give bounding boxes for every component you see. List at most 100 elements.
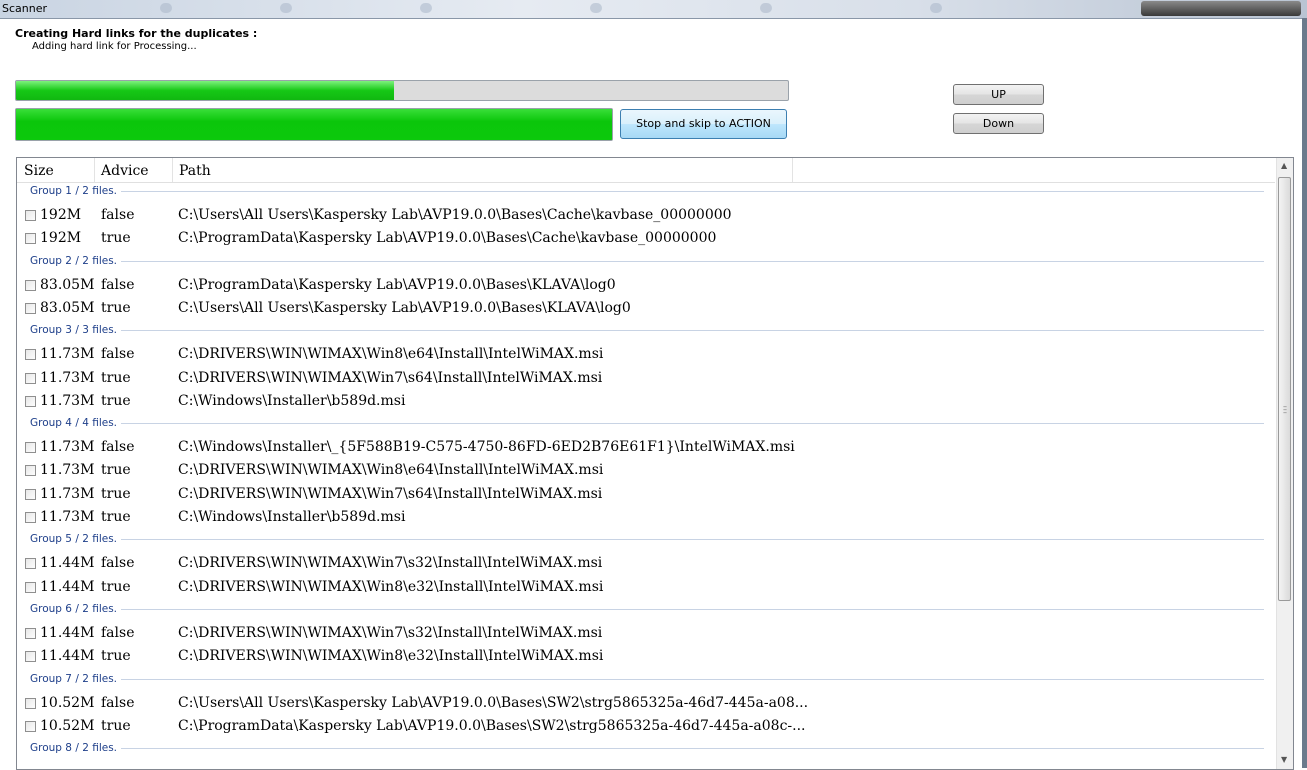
path-cell: C:\ProgramData\Kaspersky Lab\AVP19.0.0\B… [178, 717, 806, 734]
scroll-up-icon[interactable]: ▲ [1281, 161, 1287, 170]
advice-cell: false [101, 555, 135, 572]
size-cell: 11.44M [40, 555, 95, 572]
advice-cell: true [101, 462, 131, 479]
background-blur-icon [590, 3, 602, 13]
row-checkbox[interactable] [25, 349, 36, 361]
column-path[interactable]: Path [179, 163, 211, 179]
table-row[interactable]: 11.73M true C:\Windows\Installer\b589d.msi [17, 391, 1275, 413]
row-checkbox[interactable] [25, 210, 36, 221]
size-cell: 83.05M [40, 276, 95, 293]
column-size[interactable]: Size [24, 163, 54, 179]
size-cell: 192M [40, 230, 82, 247]
path-cell: C:\DRIVERS\WIN\WIMAX\Win7\s64\Install\In… [178, 369, 603, 386]
group-label: Group 8 / 2 files. [30, 742, 118, 755]
size-cell: 11.73M [40, 346, 95, 363]
scroll-down-icon[interactable]: ▼ [1281, 755, 1287, 764]
overall-progress-fill [16, 81, 395, 100]
row-checkbox[interactable] [25, 372, 36, 384]
size-cell: 10.52M [40, 694, 95, 711]
stop-skip-button[interactable]: Stop and skip to ACTION [620, 109, 787, 139]
advice-cell: false [101, 276, 135, 293]
group-divider [121, 423, 1264, 425]
table-row[interactable]: 11.44M false C:\DRIVERS\WIN\WIMAX\Win7\s32… [17, 623, 1275, 645]
row-checkbox[interactable] [25, 697, 36, 709]
table-row[interactable]: 192M false C:\Users\All Users\Kaspersky La… [17, 205, 1275, 227]
row-checkbox[interactable] [25, 442, 36, 454]
down-button[interactable]: Down [953, 113, 1044, 134]
table-row[interactable]: 10.52M false C:\Users\All Users\Kaspersky … [17, 693, 1275, 715]
advice-cell: true [101, 717, 131, 734]
advice-cell: true [101, 648, 131, 665]
row-checkbox[interactable] [25, 233, 36, 245]
row-checkbox[interactable] [25, 651, 36, 663]
group-label: Group 3 / 3 files. [30, 324, 118, 337]
path-cell: C:\DRIVERS\WIN\WIMAX\Win8\e32\Install\In… [178, 648, 604, 665]
column-advice[interactable]: Advice [101, 163, 149, 179]
current-progress-bar [15, 108, 613, 141]
advice-cell: true [101, 230, 131, 247]
grip-icon: – – – [1283, 402, 1287, 417]
table-row[interactable]: 11.73M false C:\Windows\Installer\_{5F588B… [17, 437, 1275, 459]
table-row[interactable]: 11.73M true C:\DRIVERS\WIN\WIMAX\Win8\e64\… [17, 460, 1275, 482]
size-cell: 11.44M [40, 648, 95, 665]
size-cell: 11.73M [40, 509, 95, 525]
path-cell: C:\Users\All Users\Kaspersky Lab\AVP19.0… [178, 299, 631, 316]
advice-cell: false [101, 694, 135, 711]
row-checkbox[interactable] [25, 512, 36, 523]
table-row[interactable]: 10.52M true C:\ProgramData\Kaspersky Lab\A… [17, 716, 1275, 738]
table-row[interactable]: 11.73M true C:\DRIVERS\WIN\WIMAX\Win7\s64\… [17, 484, 1275, 506]
size-cell: 11.73M [40, 369, 95, 386]
path-cell: C:\DRIVERS\WIN\WIMAX\Win7\s32\Install\In… [178, 555, 603, 572]
group-divider [121, 330, 1264, 332]
table-row[interactable]: 83.05M true C:\Users\All Users\Kaspersky L… [17, 298, 1275, 320]
row-checkbox[interactable] [25, 395, 36, 407]
group-divider [121, 260, 1264, 262]
row-checkbox[interactable] [25, 720, 36, 732]
table-row[interactable]: 11.73M true C:\DRIVERS\WIN\WIMAX\Win7\s64\… [17, 368, 1275, 390]
group-label: Group 6 / 2 files. [30, 602, 118, 615]
advice-cell: false [101, 439, 135, 456]
advice-cell: true [101, 509, 131, 525]
path-cell: C:\ProgramData\Kaspersky Lab\AVP19.0.0\B… [178, 276, 616, 293]
table-row[interactable]: 83.05M false C:\ProgramData\Kaspersky Lab\… [17, 275, 1275, 297]
column-header: Size Advice Path [17, 158, 1275, 183]
vertical-scrollbar[interactable]: ▲ – – – ▼ [1276, 158, 1293, 769]
row-checkbox[interactable] [25, 581, 36, 593]
window-title: Scanner [2, 2, 48, 15]
row-checkbox[interactable] [25, 279, 36, 291]
advice-cell: true [101, 578, 131, 595]
advice-cell: true [101, 392, 131, 409]
size-cell: 11.73M [40, 439, 95, 456]
group-label: Group 4 / 4 files. [30, 417, 118, 430]
row-checkbox[interactable] [25, 465, 36, 477]
table-row[interactable]: 11.73M false C:\DRIVERS\WIN\WIMAX\Win8\e64… [17, 344, 1275, 366]
row-checkbox[interactable] [25, 627, 36, 639]
table-row[interactable]: 11.44M false C:\DRIVERS\WIN\WIMAX\Win7\s32… [17, 553, 1275, 575]
up-button[interactable]: UP [953, 84, 1044, 105]
size-cell: 11.44M [40, 578, 95, 595]
path-cell: C:\ProgramData\Kaspersky Lab\AVP19.0.0\B… [178, 230, 717, 247]
row-checkbox[interactable] [25, 302, 36, 314]
group-label: Group 7 / 2 files. [30, 672, 118, 685]
advice-cell: true [101, 299, 131, 316]
size-cell: 10.52M [40, 717, 95, 734]
row-checkbox[interactable] [25, 488, 36, 500]
status-heading: Creating Hard links for the duplicates : [15, 27, 258, 40]
path-cell: C:\Users\All Users\Kaspersky Lab\AVP19.0… [178, 694, 809, 711]
duplicates-list[interactable]: Size Advice Path Group 1 / 2 files. 192M f… [16, 157, 1294, 770]
size-cell: 83.05M [40, 299, 95, 316]
path-cell: C:\DRIVERS\WIN\WIMAX\Win7\s32\Install\In… [178, 624, 603, 641]
table-row[interactable]: 11.73M true C:\Windows\Installer\b589d.msi [17, 507, 1275, 529]
path-cell: C:\DRIVERS\WIN\WIMAX\Win8\e64\Install\In… [178, 346, 604, 363]
advice-cell: false [101, 624, 135, 641]
table-row[interactable]: 192M true C:\ProgramData\Kaspersky Lab\AVP… [17, 228, 1275, 250]
table-row[interactable]: 11.44M true C:\DRIVERS\WIN\WIMAX\Win8\e32\… [17, 577, 1275, 599]
scroll-thumb[interactable]: – – – [1278, 177, 1291, 601]
background-blur-icon [420, 3, 432, 13]
path-cell: C:\DRIVERS\WIN\WIMAX\Win7\s64\Install\In… [178, 485, 603, 502]
row-checkbox[interactable] [25, 558, 36, 570]
window-controls[interactable] [1141, 1, 1301, 16]
size-cell: 11.73M [40, 462, 95, 479]
size-cell: 11.44M [40, 624, 95, 641]
table-row[interactable]: 11.44M true C:\DRIVERS\WIN\WIMAX\Win8\e32\… [17, 646, 1275, 668]
